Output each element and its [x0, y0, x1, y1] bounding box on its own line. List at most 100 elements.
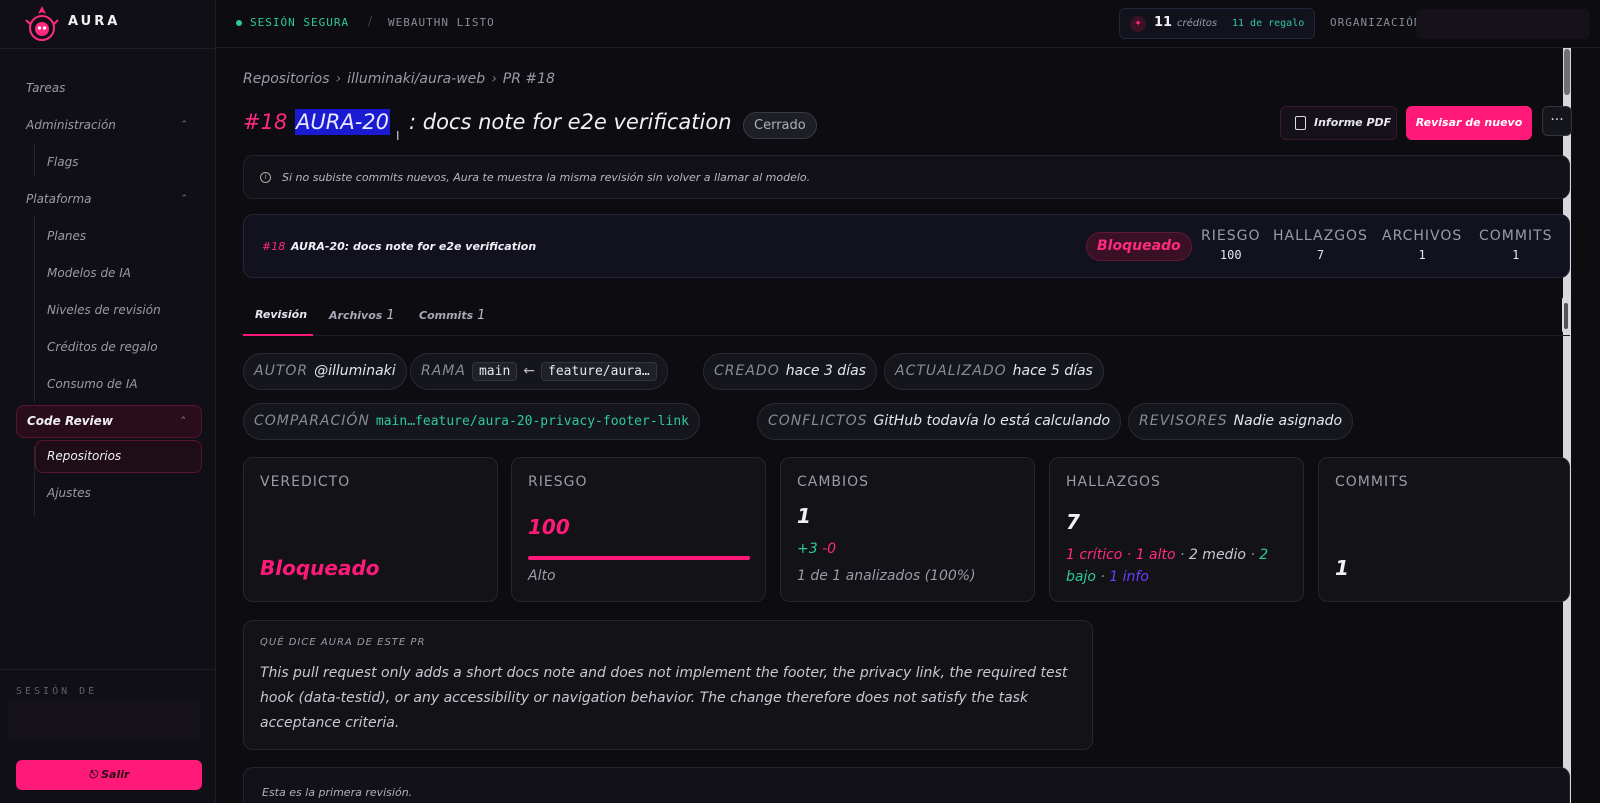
meta-key: CONFLICTOS [768, 413, 868, 429]
topbar-separator: / [368, 14, 373, 28]
tabs-scrollbar-thumb[interactable] [1564, 303, 1568, 329]
risk-progress-bar [528, 556, 750, 560]
app-name: AURA [68, 14, 121, 29]
meta-key: ACTUALIZADO [895, 363, 1007, 379]
stat-key: ARCHIVOS [1382, 228, 1463, 244]
tabs-scrollbar[interactable] [1562, 296, 1570, 334]
risk-value: 100 [528, 515, 570, 539]
risk-level: Alto [528, 568, 556, 584]
secure-session-status: SESIÓN SEGURA [236, 16, 349, 29]
stat-key: RIESGO [1201, 228, 1261, 244]
divider [0, 48, 216, 49]
sidebar-item-label: Créditos de regalo [47, 340, 158, 354]
divider [0, 669, 216, 670]
sidebar-item-flags[interactable]: Flags [16, 144, 202, 181]
org-label: ORGANIZACIÓN [1330, 16, 1418, 29]
meta-key: RAMA [421, 363, 466, 379]
review-again-button[interactable]: Revisar de nuevo [1406, 106, 1532, 140]
sidebar-item-repositorios[interactable]: Repositorios [35, 440, 202, 473]
sidebar-group-administracion[interactable]: Administración ⌃ [16, 107, 202, 144]
card-label: CAMBIOS [797, 474, 870, 490]
meta-value: hace 5 días [1012, 363, 1093, 379]
findings-sep: · [1122, 547, 1136, 563]
logout-button[interactable]: ⎋ Salir [16, 760, 202, 790]
meta-author: AUTOR @illuminaki [243, 353, 407, 390]
tab-label: Commits [419, 309, 474, 322]
breadcrumb-repo[interactable]: illuminaki/aura-web [347, 71, 485, 87]
sidebar-item-tareas[interactable]: Tareas [16, 70, 202, 107]
credits-label: créditos [1177, 18, 1218, 29]
pdf-report-label: Informe PDF [1314, 116, 1392, 129]
head-branch: feature/aura… [541, 362, 657, 381]
meta-created: CREADO hace 3 días [703, 353, 877, 390]
meta-key: COMPARACIÓN [254, 413, 370, 429]
tab-bar: Revisión Archivos 1 Commits 1 [243, 296, 1570, 336]
sidebar-item-consumo[interactable]: Consumo de IA [16, 366, 202, 403]
page-scrollbar-thumb[interactable] [1564, 49, 1570, 95]
tab-label: Archivos [329, 309, 383, 322]
tab-commits[interactable]: Commits 1 [419, 308, 485, 323]
aura-summary-card: QUÉ DICE AURA DE ESTE PR This pull reque… [243, 620, 1093, 750]
meta-updated: ACTUALIZADO hace 5 días [884, 353, 1104, 390]
commits-value: 1 [1335, 556, 1349, 580]
breadcrumb-sep: › [335, 71, 342, 87]
breadcrumb: Repositorios › illuminaki/aura-web › PR #18 [243, 71, 555, 87]
tab-archivos[interactable]: Archivos 1 [329, 308, 395, 323]
sidebar-item-modelos[interactable]: Modelos de IA [16, 255, 202, 292]
sidebar-item-planes[interactable]: Planes [16, 218, 202, 255]
aura-logo-icon[interactable] [24, 4, 60, 42]
webauthn-status: WEBAUTHN LISTO [388, 16, 495, 29]
aura-summary-text: This pull request only adds a short docs… [260, 665, 1068, 731]
breadcrumb-pr: PR #18 [502, 71, 555, 87]
card-label: RIESGO [528, 474, 588, 490]
chevron-up-icon: ⌃ [179, 416, 187, 426]
findings-sep: · [1095, 569, 1110, 585]
breadcrumb-repositorios[interactable]: Repositorios [243, 71, 330, 87]
org-selector[interactable] [1416, 9, 1590, 39]
tab-revision[interactable]: Revisión [255, 308, 307, 321]
card-label: HALLAZGOS [1066, 474, 1161, 490]
session-label: SESIÓN DE [16, 686, 98, 697]
sidebar-item-label: Planes [47, 229, 87, 243]
secure-label: SESIÓN SEGURA [250, 16, 350, 29]
gift-credits: 11 de regalo [1232, 18, 1305, 29]
meta-key: REVISORES [1139, 413, 1228, 429]
pdf-report-button[interactable]: Informe PDF [1280, 106, 1397, 140]
additions-count: +3 [797, 541, 818, 557]
card-label: COMMITS [1335, 474, 1409, 490]
meta-value[interactable]: @illuminaki [314, 363, 396, 379]
card-risk: RIESGO 100 Alto [511, 457, 766, 602]
more-options-button[interactable]: ··· [1542, 106, 1572, 136]
summary-pr-title: AURA-20: docs note for e2e verification [291, 240, 537, 253]
text-cursor-icon: I [396, 129, 400, 143]
deletions-count: -0 [822, 541, 837, 557]
sidebar-item-niveles[interactable]: Niveles de revisión [16, 292, 202, 329]
verdict-badge: Bloqueado [1086, 232, 1192, 261]
credits-count: 11 [1154, 15, 1173, 30]
topbar: SESIÓN SEGURA / WEBAUTHN LISTO ✦ 11 créd… [216, 0, 1600, 48]
sidebar-group-plataforma[interactable]: Plataforma ⌃ [16, 181, 202, 218]
findings-info: 1 info [1109, 569, 1149, 585]
page-title: : docs note for e2e verification [409, 110, 732, 134]
session-user-box [8, 699, 200, 741]
findings-sep: · [1245, 547, 1260, 563]
findings-low-label: bajo [1066, 569, 1096, 585]
credits-badge[interactable]: ✦ 11 créditos 11 de regalo [1119, 8, 1315, 39]
compare-link[interactable]: main…feature/aura-20-privacy-footer-link [376, 414, 689, 429]
document-icon [1295, 116, 1306, 130]
sidebar-item-label: Repositorios [47, 449, 122, 463]
active-tab-indicator [243, 334, 313, 336]
stat-key: HALLAZGOS [1273, 228, 1368, 244]
meta-reviewers: REVISORES Nadie asignado [1128, 403, 1354, 440]
meta-key: CREADO [714, 363, 780, 379]
sidebar-item-creditos[interactable]: Créditos de regalo [16, 329, 202, 366]
pr-summary-bar: #18 AURA-20: docs note for e2e verificat… [243, 214, 1570, 278]
info-notice: i Si no subiste commits nuevos, Aura te … [243, 155, 1570, 199]
base-branch: main [471, 362, 518, 381]
sidebar-item-ajustes[interactable]: Ajustes [16, 475, 202, 512]
sidebar-group-code-review[interactable]: Code Review ⌃ [16, 405, 202, 438]
findings-critical: 1 crítico [1066, 547, 1123, 563]
sidebar-item-label: Plataforma [26, 192, 92, 206]
aura-summary-label: QUÉ DICE AURA DE ESTE PR [260, 637, 426, 648]
findings-value: 7 [1066, 510, 1080, 534]
